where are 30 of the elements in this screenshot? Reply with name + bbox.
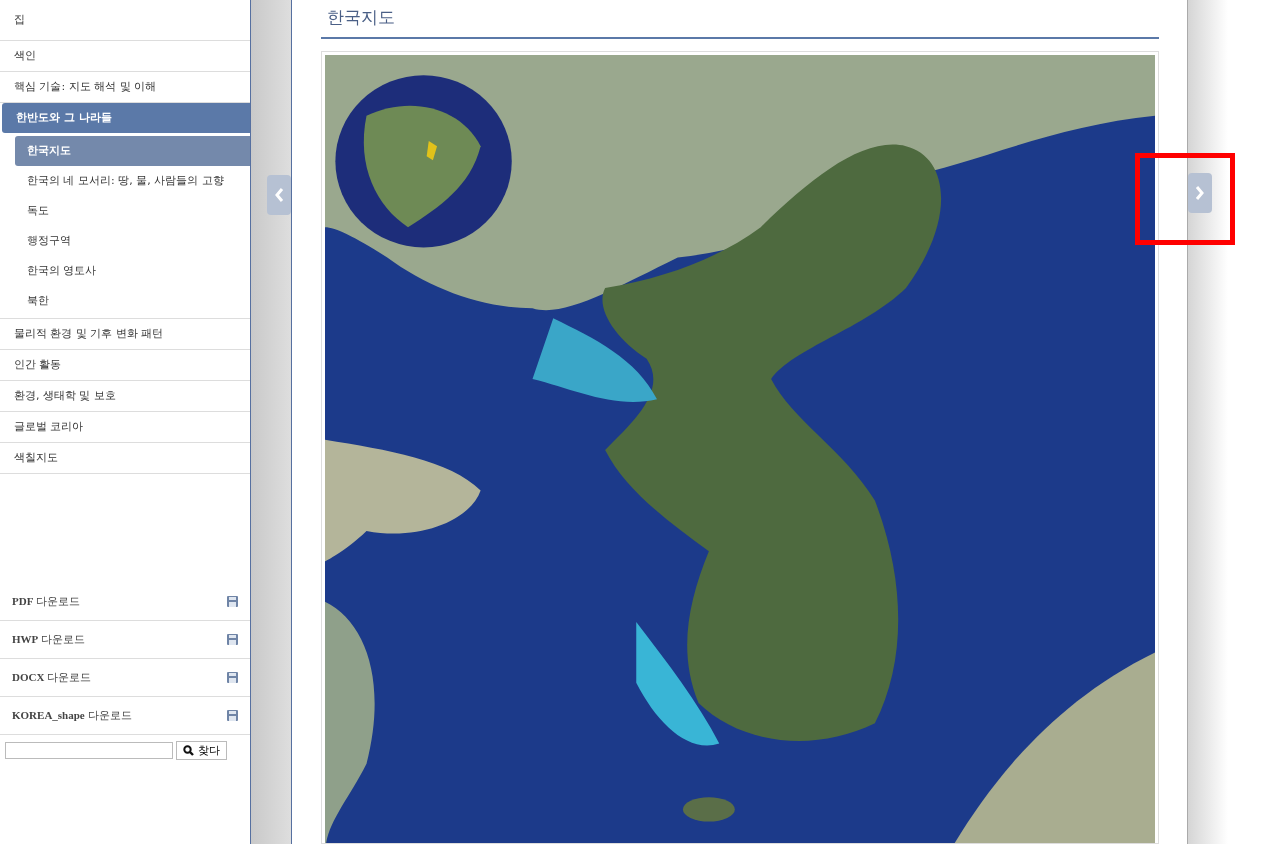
nav-item[interactable]: 환경, 생태학 및 보호	[0, 381, 250, 412]
nav-subitem[interactable]: 독도	[15, 196, 250, 226]
nav-item[interactable]: 물리적 환경 및 기후 변화 패턴	[0, 319, 250, 350]
nav-subitem[interactable]: 한국의 네 모서리: 땅, 물, 사람들의 고향	[15, 166, 250, 196]
search-icon	[183, 745, 194, 756]
nav-subitem[interactable]: 북한	[15, 286, 250, 316]
download-link[interactable]: KOREA_shape 다운로드	[0, 697, 250, 735]
nav-item[interactable]: 글로벌 코리아	[0, 412, 250, 443]
download-link[interactable]: PDF 다운로드	[0, 583, 250, 621]
search-field[interactable]	[5, 742, 173, 759]
chevron-right-icon	[1195, 185, 1205, 201]
nav-subitem[interactable]: 한국의 영토사	[15, 256, 250, 286]
download-link[interactable]: HWP 다운로드	[0, 621, 250, 659]
save-icon	[227, 634, 238, 645]
save-icon	[227, 672, 238, 683]
chevron-left-icon	[274, 187, 284, 203]
save-icon	[227, 710, 238, 721]
nav-subitem[interactable]: 행정구역	[15, 226, 250, 256]
nav-item[interactable]: 인간 활동	[0, 350, 250, 381]
nav-item[interactable]: 색칠지도	[0, 443, 250, 474]
nav-item[interactable]: 색인	[0, 41, 250, 72]
next-button[interactable]	[1188, 173, 1212, 213]
nav-subitem[interactable]: 한국지도	[15, 136, 250, 166]
page-title: 한국지도	[321, 6, 1159, 39]
search-button[interactable]: 찾다	[176, 741, 227, 760]
previous-button[interactable]	[267, 175, 291, 215]
download-link[interactable]: DOCX 다운로드	[0, 659, 250, 697]
nav-item[interactable]: 한반도와 그 나라들	[2, 103, 250, 133]
save-icon	[227, 596, 238, 607]
nav-item[interactable]: 집	[0, 0, 250, 41]
